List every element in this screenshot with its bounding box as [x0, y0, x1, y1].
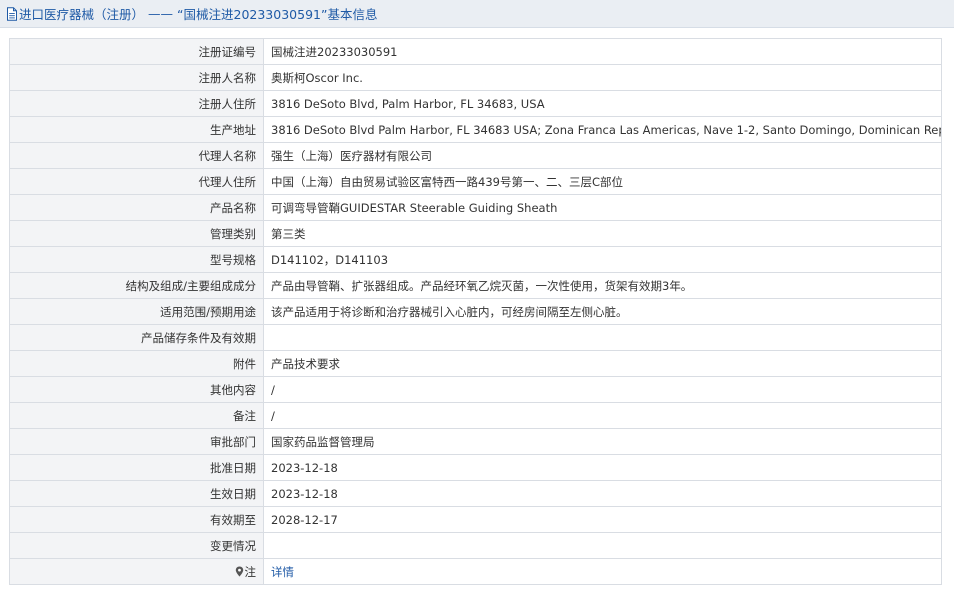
field-label: 注册人名称: [9, 64, 264, 91]
field-label: 注册人住所: [9, 90, 264, 117]
table-row: 代理人住所 中国（上海）自由贸易试验区富特西一路439号第一、二、三层C部位: [9, 168, 942, 195]
header-category: 进口医疗器械（注册）: [19, 7, 145, 22]
field-value: /: [263, 376, 942, 403]
table-row: 产品储存条件及有效期: [9, 324, 942, 351]
field-value: [263, 324, 942, 351]
table-row: 产品名称 可调弯导管鞘GUIDESTAR Steerable Guiding Sh…: [9, 194, 942, 221]
detail-link[interactable]: 详情: [271, 565, 294, 579]
table-row: 批准日期 2023-12-18: [9, 454, 942, 481]
field-label: 其他内容: [9, 376, 264, 403]
field-label: 审批部门: [9, 428, 264, 455]
table-row: 变更情况: [9, 532, 942, 559]
detail-row-value: 详情: [263, 558, 942, 585]
field-label: 注册证编号: [9, 38, 264, 65]
field-value: 2028-12-17: [263, 506, 942, 533]
field-label: 附件: [9, 350, 264, 377]
table-row-detail: 注 详情: [9, 558, 942, 585]
table-row: 生产地址 3816 DeSoto Blvd Palm Harbor, FL 346…: [9, 116, 942, 143]
table-row: 注册人名称 奥斯柯Oscor Inc.: [9, 64, 942, 91]
field-value: 国家药品监督管理局: [263, 428, 942, 455]
table-row: 备注 /: [9, 402, 942, 429]
table-row: 结构及组成/主要组成成分 产品由导管鞘、扩张器组成。产品经环氧乙烷灭菌，一次性使用…: [9, 272, 942, 299]
field-value: 产品技术要求: [263, 350, 942, 377]
field-value: 奥斯柯Oscor Inc.: [263, 64, 942, 91]
field-label: 有效期至: [9, 506, 264, 533]
field-label: 生效日期: [9, 480, 264, 507]
field-value: 可调弯导管鞘GUIDESTAR Steerable Guiding Sheath: [263, 194, 942, 221]
table-row: 注册证编号 国械注进20233030591: [9, 38, 942, 65]
table-row: 管理类别 第三类: [9, 220, 942, 247]
table-row: 其他内容 /: [9, 376, 942, 403]
field-value: 2023-12-18: [263, 454, 942, 481]
detail-row-label: 注: [244, 564, 257, 579]
document-icon: [6, 6, 18, 21]
field-label: 管理类别: [9, 220, 264, 247]
field-value: 3816 DeSoto Blvd, Palm Harbor, FL 34683,…: [263, 90, 942, 117]
field-value: 2023-12-18: [263, 480, 942, 507]
field-label: 结构及组成/主要组成成分: [9, 272, 264, 299]
field-label: 批准日期: [9, 454, 264, 481]
field-value: 强生（上海）医疗器材有限公司: [263, 142, 942, 169]
field-value: /: [263, 402, 942, 429]
detail-row-key: 注: [9, 558, 264, 585]
field-label: 适用范围/预期用途: [9, 298, 264, 325]
header-title: “国械注进20233030591”基本信息: [177, 7, 378, 22]
table-row: 审批部门 国家药品监督管理局: [9, 428, 942, 455]
field-value: 产品由导管鞘、扩张器组成。产品经环氧乙烷灭菌，一次性使用，货架有效期3年。: [263, 272, 942, 299]
table-row: 型号规格 D141102，D141103: [9, 246, 942, 273]
field-value: 第三类: [263, 220, 942, 247]
table-row: 有效期至 2028-12-17: [9, 506, 942, 533]
field-value: D141102，D141103: [263, 246, 942, 273]
table-row: 生效日期 2023-12-18: [9, 480, 942, 507]
field-value: [263, 532, 942, 559]
registration-info-table: 注册证编号 国械注进20233030591 注册人名称 奥斯柯Oscor Inc. 注册…: [9, 38, 942, 585]
field-label: 型号规格: [9, 246, 264, 273]
table-row: 适用范围/预期用途 该产品适用于将诊断和治疗器械引入心脏内，可经房间隔至左侧心脏。: [9, 298, 942, 325]
field-label: 备注: [9, 402, 264, 429]
field-label: 产品名称: [9, 194, 264, 221]
field-value: 中国（上海）自由贸易试验区富特西一路439号第一、二、三层C部位: [263, 168, 942, 195]
field-label: 产品储存条件及有效期: [9, 324, 264, 351]
map-pin-icon: [235, 566, 244, 577]
field-label: 代理人住所: [9, 168, 264, 195]
page-header: 进口医疗器械（注册） —— “国械注进20233030591”基本信息: [0, 0, 954, 28]
field-value: 该产品适用于将诊断和治疗器械引入心脏内，可经房间隔至左侧心脏。: [263, 298, 942, 325]
field-value: 国械注进20233030591: [263, 38, 942, 65]
field-value: 3816 DeSoto Blvd Palm Harbor, FL 34683 U…: [263, 116, 942, 143]
field-label: 生产地址: [9, 116, 264, 143]
header-separator: ——: [148, 6, 174, 21]
field-label: 代理人名称: [9, 142, 264, 169]
table-row: 代理人名称 强生（上海）医疗器材有限公司: [9, 142, 942, 169]
table-row: 附件 产品技术要求: [9, 350, 942, 377]
table-row: 注册人住所 3816 DeSoto Blvd, Palm Harbor, FL 3…: [9, 90, 942, 117]
field-label: 变更情况: [9, 532, 264, 559]
